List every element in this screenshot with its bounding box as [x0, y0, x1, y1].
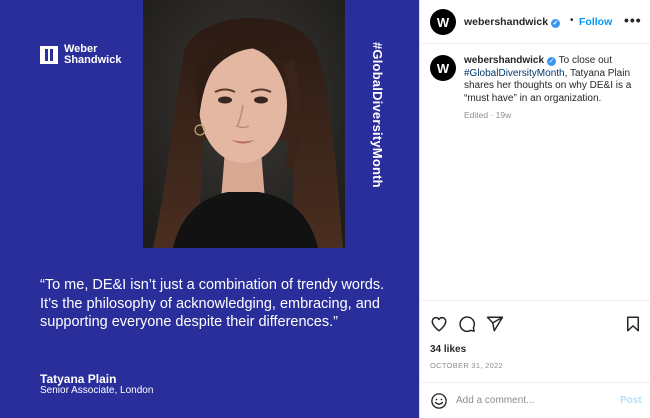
- emoji-icon[interactable]: [430, 392, 448, 410]
- instagram-post: Weber Shandwick #GlobalDiversityMonth “T…: [0, 0, 650, 418]
- author-role: Senior Associate, London: [40, 385, 154, 396]
- share-icon[interactable]: [486, 315, 504, 333]
- caption-meta: Edited · 19w: [464, 110, 512, 120]
- post-header: W webershandwick ✓ • Follow •••: [420, 0, 650, 44]
- comment-bar: Post: [420, 382, 650, 418]
- author-name: Tatyana Plain: [40, 372, 117, 386]
- comment-icon[interactable]: [458, 315, 476, 333]
- avatar[interactable]: W: [430, 9, 456, 35]
- caption-text: webershandwick ✓ To close out #GlobalDive…: [464, 55, 644, 105]
- username[interactable]: webershandwick: [464, 16, 548, 28]
- hashtag-vertical: #GlobalDiversityMonth: [369, 42, 385, 212]
- comment-input[interactable]: [456, 391, 606, 409]
- caption-username[interactable]: webershandwick: [464, 55, 544, 66]
- quote-text: “To me, DE&I isn’t just a combination of…: [40, 277, 385, 330]
- weber-shandwick-logo-icon: [40, 46, 58, 64]
- more-options-icon[interactable]: •••: [624, 12, 642, 28]
- follow-button[interactable]: Follow: [579, 16, 612, 28]
- heart-icon[interactable]: [430, 315, 448, 333]
- brand-name: Weber Shandwick: [64, 43, 122, 66]
- post-date: OCTOBER 31, 2022: [430, 361, 504, 370]
- post-comment-button[interactable]: Post: [620, 395, 642, 406]
- verified-badge-icon: ✓: [551, 19, 561, 28]
- post-sidebar: W webershandwick ✓ • Follow ••• W webersh…: [419, 0, 650, 418]
- hashtag-text: #GlobalDiversityMonth: [370, 42, 385, 188]
- username-link[interactable]: webershandwick ✓: [464, 16, 561, 28]
- post-image[interactable]: Weber Shandwick #GlobalDiversityMonth “T…: [0, 0, 419, 418]
- action-bar: [420, 300, 650, 340]
- verified-badge-icon: ✓: [547, 57, 557, 66]
- likes-count[interactable]: 34 likes: [430, 344, 466, 355]
- bookmark-icon[interactable]: [624, 315, 642, 333]
- brand-logo: Weber Shandwick: [40, 44, 124, 66]
- portrait-photo: [143, 0, 345, 248]
- caption-text-before: To close out: [556, 55, 612, 66]
- caption-avatar[interactable]: W: [430, 55, 456, 81]
- separator-dot: •: [570, 15, 574, 26]
- caption-hashtag-link[interactable]: #GlobalDiversityMonth: [464, 68, 565, 79]
